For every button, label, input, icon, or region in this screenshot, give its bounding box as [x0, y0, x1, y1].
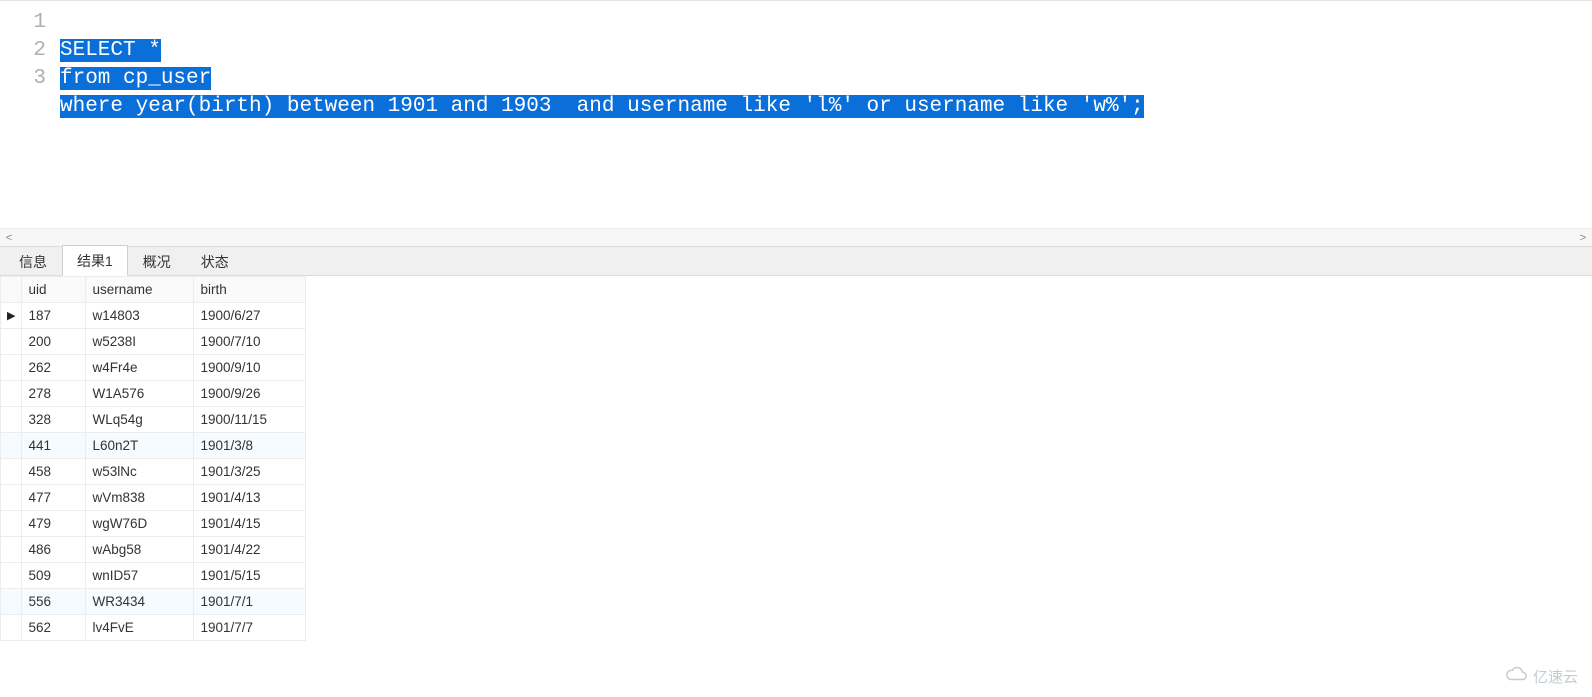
results-grid[interactable]: uid username birth ▶187w148031900/6/2720…: [0, 276, 1592, 697]
cell-birth[interactable]: 1900/7/10: [194, 329, 306, 355]
tab-profile[interactable]: 概况: [128, 246, 186, 276]
tab-result1[interactable]: 结果1: [62, 245, 128, 276]
code-line[interactable]: from cp_user: [60, 67, 211, 90]
row-marker: [1, 589, 22, 615]
result-tabs: 信息 结果1 概况 状态: [0, 246, 1592, 276]
cell-birth[interactable]: 1901/3/25: [194, 459, 306, 485]
cell-username[interactable]: lv4FvE: [86, 615, 194, 641]
row-marker: [1, 511, 22, 537]
cell-username[interactable]: w53lNc: [86, 459, 194, 485]
table-row[interactable]: 262w4Fr4e1900/9/10: [1, 355, 306, 381]
column-header-username[interactable]: username: [86, 277, 194, 303]
table-row[interactable]: ▶187w148031900/6/27: [1, 303, 306, 329]
table-header-row: uid username birth: [1, 277, 306, 303]
cell-username[interactable]: WLq54g: [86, 407, 194, 433]
cell-username[interactable]: wnID57: [86, 563, 194, 589]
row-marker: [1, 381, 22, 407]
cell-username[interactable]: W1A576: [86, 381, 194, 407]
scroll-track[interactable]: [18, 229, 1574, 246]
cell-username[interactable]: w5238I: [86, 329, 194, 355]
code-line[interactable]: where year(birth) between 1901 and 1903 …: [60, 95, 1144, 118]
column-header-birth[interactable]: birth: [194, 277, 306, 303]
cell-birth[interactable]: 1901/4/13: [194, 485, 306, 511]
cell-username[interactable]: wVm838: [86, 485, 194, 511]
cell-uid[interactable]: 486: [22, 537, 86, 563]
cloud-icon: [1505, 663, 1527, 689]
cell-uid[interactable]: 200: [22, 329, 86, 355]
cell-birth[interactable]: 1901/4/22: [194, 537, 306, 563]
line-number: 2: [0, 37, 46, 65]
editor-gutter: 1 2 3: [0, 9, 60, 149]
row-marker: [1, 329, 22, 355]
cell-birth[interactable]: 1901/7/7: [194, 615, 306, 641]
scroll-left-icon[interactable]: <: [0, 229, 18, 247]
cell-birth[interactable]: 1901/4/15: [194, 511, 306, 537]
row-marker: [1, 433, 22, 459]
cell-uid[interactable]: 441: [22, 433, 86, 459]
table-row[interactable]: 556WR34341901/7/1: [1, 589, 306, 615]
sql-editor[interactable]: 1 2 3 SELECT * from cp_user where year(b…: [0, 0, 1592, 246]
cell-birth[interactable]: 1901/7/1: [194, 589, 306, 615]
cell-uid[interactable]: 556: [22, 589, 86, 615]
cell-birth[interactable]: 1900/9/26: [194, 381, 306, 407]
watermark-text: 亿速云: [1533, 666, 1578, 687]
tab-info[interactable]: 信息: [4, 246, 62, 276]
table-row[interactable]: 458w53lNc1901/3/25: [1, 459, 306, 485]
editor-code[interactable]: SELECT * from cp_user where year(birth) …: [60, 9, 1144, 149]
table-row[interactable]: 509wnID571901/5/15: [1, 563, 306, 589]
tab-status[interactable]: 状态: [186, 246, 244, 276]
cell-username[interactable]: w4Fr4e: [86, 355, 194, 381]
row-marker: [1, 355, 22, 381]
table-row[interactable]: 328WLq54g1900/11/15: [1, 407, 306, 433]
row-marker: [1, 459, 22, 485]
line-number: 3: [0, 65, 46, 93]
table-row[interactable]: 479wgW76D1901/4/15: [1, 511, 306, 537]
row-marker: [1, 615, 22, 641]
cell-uid[interactable]: 562: [22, 615, 86, 641]
cell-username[interactable]: WR3434: [86, 589, 194, 615]
row-marker: [1, 485, 22, 511]
cell-birth[interactable]: 1900/9/10: [194, 355, 306, 381]
row-marker: ▶: [1, 303, 22, 329]
cell-uid[interactable]: 262: [22, 355, 86, 381]
cell-birth[interactable]: 1901/3/8: [194, 433, 306, 459]
table-row[interactable]: 200w5238I1900/7/10: [1, 329, 306, 355]
row-marker: [1, 537, 22, 563]
cell-uid[interactable]: 477: [22, 485, 86, 511]
cell-birth[interactable]: 1900/6/27: [194, 303, 306, 329]
row-marker-header: [1, 277, 22, 303]
cell-uid[interactable]: 328: [22, 407, 86, 433]
table-row[interactable]: 562lv4FvE1901/7/7: [1, 615, 306, 641]
cell-birth[interactable]: 1901/5/15: [194, 563, 306, 589]
column-header-uid[interactable]: uid: [22, 277, 86, 303]
scroll-right-icon[interactable]: >: [1574, 229, 1592, 247]
table-row[interactable]: 486wAbg581901/4/22: [1, 537, 306, 563]
editor-horizontal-scrollbar[interactable]: < >: [0, 228, 1592, 246]
watermark: 亿速云: [1505, 663, 1578, 689]
cell-uid[interactable]: 479: [22, 511, 86, 537]
cell-uid[interactable]: 278: [22, 381, 86, 407]
results-table[interactable]: uid username birth ▶187w148031900/6/2720…: [0, 276, 306, 641]
cell-username[interactable]: w14803: [86, 303, 194, 329]
cell-uid[interactable]: 509: [22, 563, 86, 589]
code-line[interactable]: SELECT *: [60, 39, 161, 62]
table-row[interactable]: 278W1A5761900/9/26: [1, 381, 306, 407]
table-row[interactable]: 477wVm8381901/4/13: [1, 485, 306, 511]
line-number: 1: [0, 9, 46, 37]
cell-uid[interactable]: 458: [22, 459, 86, 485]
cell-username[interactable]: L60n2T: [86, 433, 194, 459]
table-row[interactable]: 441L60n2T1901/3/8: [1, 433, 306, 459]
cell-birth[interactable]: 1900/11/15: [194, 407, 306, 433]
cell-uid[interactable]: 187: [22, 303, 86, 329]
row-marker: [1, 407, 22, 433]
row-marker: [1, 563, 22, 589]
cell-username[interactable]: wAbg58: [86, 537, 194, 563]
cell-username[interactable]: wgW76D: [86, 511, 194, 537]
